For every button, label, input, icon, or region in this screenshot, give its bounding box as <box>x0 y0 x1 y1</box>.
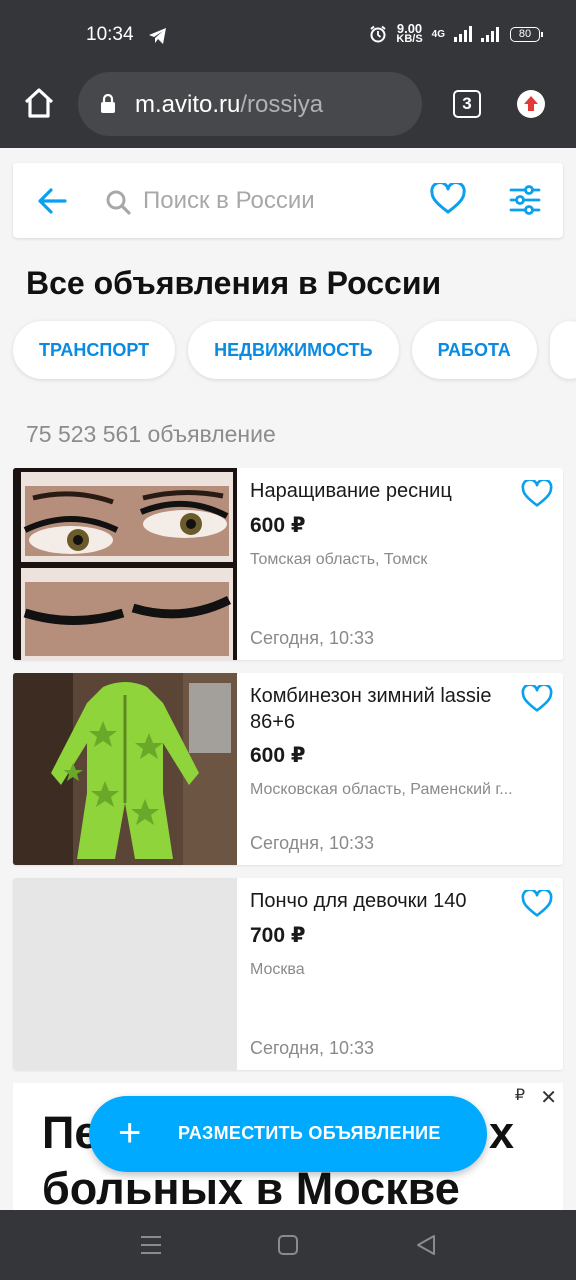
plus-icon: + <box>118 1111 142 1155</box>
listing-price: 700 ₽ <box>250 924 306 947</box>
tabs-counter-button[interactable]: 3 <box>453 90 481 118</box>
listing-card[interactable]: Комбинезон зимний lassie 86+6 600 ₽ Моск… <box>13 673 563 865</box>
lock-icon <box>101 94 115 113</box>
post-ad-button[interactable]: + РАЗМЕСТИТЬ ОБЪЯВЛЕНИЕ <box>89 1096 487 1172</box>
chip-more[interactable] <box>549 321 576 379</box>
status-time: 10:34 <box>86 24 134 45</box>
chip-real-estate[interactable]: НЕДВИЖИМОСТЬ <box>188 321 399 379</box>
search-bar <box>13 163 563 238</box>
listing-title: Наращивание ресниц <box>250 480 452 502</box>
ad-ruble-icon: ₽ <box>514 1087 525 1104</box>
update-button[interactable] <box>517 90 545 118</box>
listing-card[interactable]: Наращивание ресниц 600 ₽ Томская область… <box>13 468 563 660</box>
address-bar[interactable]: m.avito.ru/rossiya <box>78 72 422 136</box>
home-square-icon[interactable] <box>278 1235 298 1255</box>
alarm-icon <box>370 25 387 43</box>
heart-icon[interactable] <box>430 183 466 215</box>
arrow-up-icon <box>524 96 538 111</box>
back-triangle-icon[interactable] <box>415 1234 437 1256</box>
chip-jobs[interactable]: РАБОТА <box>411 321 537 379</box>
search-input[interactable] <box>143 181 413 221</box>
listing-location: Москва <box>250 961 305 978</box>
network-speed: 9.00 KB/S <box>396 21 423 45</box>
heart-icon[interactable] <box>521 480 553 508</box>
listing-location: Московская область, Раменский г... <box>250 781 513 798</box>
menu-icon[interactable] <box>140 1234 162 1256</box>
listing-photo <box>13 468 237 660</box>
listing-date: Сегодня, 10:33 <box>250 833 375 853</box>
signal-icon <box>454 26 472 42</box>
category-chips: ТРАНСПОРТ НЕДВИЖИМОСТЬ РАБОТА <box>13 321 576 379</box>
listing-price: 600 ₽ <box>250 514 306 537</box>
close-icon[interactable]: ✕ <box>540 1085 557 1110</box>
search-icon <box>106 190 131 215</box>
listing-card[interactable]: Пончо для девочки 140 700 ₽ Москва Сегод… <box>13 878 563 1070</box>
post-ad-label: РАЗМЕСТИТЬ ОБЪЯВЛЕНИЕ <box>178 1123 441 1143</box>
url-text: m.avito.ru/rossiya <box>135 91 324 118</box>
home-icon[interactable] <box>22 86 56 120</box>
listing-date: Сегодня, 10:33 <box>250 628 375 648</box>
listing-location: Томская область, Томск <box>250 551 428 568</box>
browser-toolbar: m.avito.ru/rossiya 3 <box>0 72 576 148</box>
listing-count: 75 523 561 объявление <box>26 421 276 447</box>
system-nav-bar <box>0 1210 576 1280</box>
telegram-icon <box>149 28 166 44</box>
listing-title: Пончо для девочки 140 <box>250 890 467 912</box>
page-title: Все объявления в России <box>26 265 442 301</box>
status-bar: 10:34 9.00 KB/S 4G 80 <box>0 0 576 72</box>
status-icons: 9.00 KB/S 4G 80 <box>369 21 543 45</box>
jumpsuit-photo <box>13 673 237 865</box>
heart-icon[interactable] <box>521 685 553 713</box>
listing-photo <box>13 673 237 865</box>
heart-icon[interactable] <box>521 890 553 918</box>
eyelash-photo <box>13 468 237 660</box>
back-arrow-icon[interactable] <box>37 187 67 215</box>
battery-icon: 80 <box>510 26 543 42</box>
listing-title: Комбинезон зимний lassie 86+6 <box>250 685 492 733</box>
signal-icon-2 <box>481 27 499 42</box>
network-type: 4G <box>431 28 445 40</box>
listing-date: Сегодня, 10:33 <box>250 1038 375 1058</box>
filter-icon[interactable] <box>509 185 541 215</box>
listing-price: 600 ₽ <box>250 744 306 767</box>
chip-transport[interactable]: ТРАНСПОРТ <box>13 321 176 379</box>
listing-photo-placeholder <box>13 878 237 1070</box>
